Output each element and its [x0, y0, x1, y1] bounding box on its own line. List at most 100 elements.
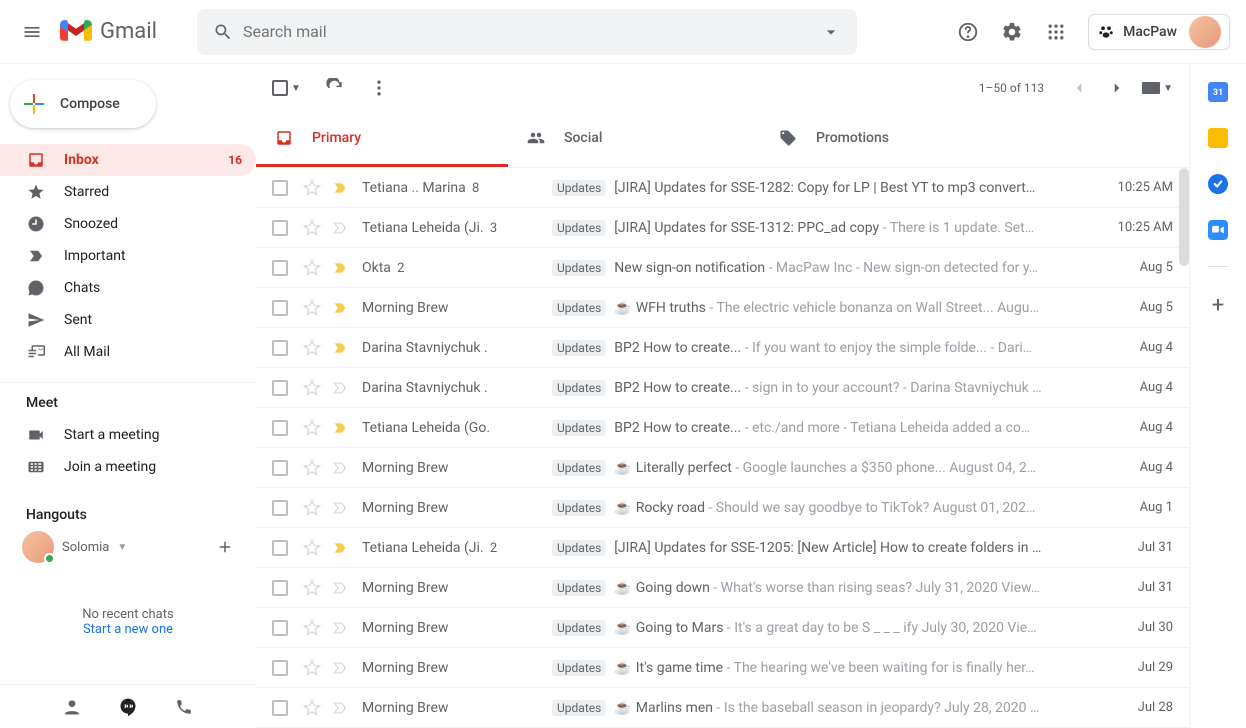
- sidebar-item-important[interactable]: Important: [0, 240, 256, 272]
- importance-marker[interactable]: [330, 180, 350, 196]
- star-button[interactable]: [302, 259, 322, 277]
- importance-marker[interactable]: [330, 340, 350, 356]
- star-button[interactable]: [302, 499, 322, 517]
- search-icon[interactable]: [203, 12, 243, 52]
- contacts-tab[interactable]: [62, 697, 82, 717]
- importance-marker[interactable]: [330, 300, 350, 316]
- importance-marker[interactable]: [330, 620, 350, 636]
- org-chip[interactable]: MacPaw: [1088, 14, 1230, 50]
- tasks-addon[interactable]: [1208, 174, 1228, 194]
- no-chats-message: No recent chats: [0, 607, 256, 622]
- row-checkbox[interactable]: [272, 340, 288, 356]
- start-chat-link[interactable]: Start a new one: [0, 622, 256, 637]
- star-button[interactable]: [302, 219, 322, 237]
- sidebar-item-starred[interactable]: Starred: [0, 176, 256, 208]
- apps-button[interactable]: [1036, 12, 1076, 52]
- importance-marker[interactable]: [330, 700, 350, 716]
- row-checkbox[interactable]: [272, 380, 288, 396]
- calendar-addon[interactable]: [1208, 82, 1228, 102]
- row-checkbox[interactable]: [272, 180, 288, 196]
- email-row[interactable]: Tetiana Leheida (Ji. 2 Updates [JIRA] Up…: [256, 528, 1189, 568]
- support-button[interactable]: [948, 12, 988, 52]
- main-menu-button[interactable]: [8, 8, 56, 56]
- email-row[interactable]: Tetiana Leheida (Ji. 3 Updates [JIRA] Up…: [256, 208, 1189, 248]
- refresh-button[interactable]: [325, 78, 345, 98]
- star-button[interactable]: [302, 379, 322, 397]
- search-input[interactable]: [243, 22, 811, 41]
- star-button[interactable]: [302, 339, 322, 357]
- importance-marker[interactable]: [330, 580, 350, 596]
- star-button[interactable]: [302, 579, 322, 597]
- importance-marker[interactable]: [330, 380, 350, 396]
- tab-social[interactable]: Social: [508, 112, 760, 167]
- gmail-logo[interactable]: Gmail: [56, 19, 187, 44]
- hangouts-tab[interactable]: [118, 697, 138, 717]
- compose-button[interactable]: Compose: [10, 80, 156, 128]
- search-options-button[interactable]: [811, 22, 851, 42]
- star-button[interactable]: [302, 299, 322, 317]
- tab-promotions[interactable]: Promotions: [760, 112, 1012, 167]
- row-checkbox[interactable]: [272, 460, 288, 476]
- row-checkbox[interactable]: [272, 300, 288, 316]
- get-addons-button[interactable]: +: [1212, 293, 1224, 318]
- row-checkbox[interactable]: [272, 700, 288, 716]
- star-button[interactable]: [302, 419, 322, 437]
- email-row[interactable]: Morning Brew Updates ☕Literally perfect …: [256, 448, 1189, 488]
- scrollbar-thumb[interactable]: [1179, 168, 1189, 266]
- email-row[interactable]: Tetiana .. Marina 8 Updates [JIRA] Updat…: [256, 168, 1189, 208]
- settings-button[interactable]: [992, 12, 1032, 52]
- select-all-checkbox[interactable]: ▼: [272, 80, 301, 96]
- search-bar[interactable]: [197, 9, 857, 55]
- tab-primary[interactable]: Primary: [256, 112, 508, 167]
- email-row[interactable]: Morning Brew Updates ☕Marlins men - Is t…: [256, 688, 1189, 728]
- email-row[interactable]: Darina Stavniychuk . Updates BP2 How to …: [256, 368, 1189, 408]
- importance-marker[interactable]: [330, 420, 350, 436]
- row-checkbox[interactable]: [272, 260, 288, 276]
- email-row[interactable]: Morning Brew Updates ☕It's game time - T…: [256, 648, 1189, 688]
- keep-addon[interactable]: [1208, 128, 1228, 148]
- sidebar-item-chats[interactable]: Chats: [0, 272, 256, 304]
- meet-start-a-meeting[interactable]: Start a meeting: [0, 419, 256, 451]
- importance-marker[interactable]: [330, 220, 350, 236]
- star-button[interactable]: [302, 659, 322, 677]
- star-button[interactable]: [302, 619, 322, 637]
- importance-marker[interactable]: [330, 540, 350, 556]
- zoom-addon[interactable]: [1208, 220, 1228, 240]
- next-page-button[interactable]: [1098, 79, 1136, 97]
- hangouts-user[interactable]: Solomia ▼: [0, 531, 256, 563]
- star-button[interactable]: [302, 459, 322, 477]
- importance-marker[interactable]: [330, 500, 350, 516]
- sidebar-item-sent[interactable]: Sent: [0, 304, 256, 336]
- more-button[interactable]: [369, 78, 389, 98]
- row-checkbox[interactable]: [272, 660, 288, 676]
- account-avatar[interactable]: [1189, 16, 1221, 48]
- importance-marker[interactable]: [330, 260, 350, 276]
- email-row[interactable]: Morning Brew Updates ☕Going down - What'…: [256, 568, 1189, 608]
- email-row[interactable]: Morning Brew Updates ☕WFH truths - The e…: [256, 288, 1189, 328]
- row-checkbox[interactable]: [272, 220, 288, 236]
- email-row[interactable]: Morning Brew Updates ☕Going to Mars - It…: [256, 608, 1189, 648]
- sidebar-item-all-mail[interactable]: All Mail: [0, 336, 256, 368]
- sidebar-item-snoozed[interactable]: Snoozed: [0, 208, 256, 240]
- input-tools-button[interactable]: ▼: [1142, 82, 1173, 94]
- star-button[interactable]: [302, 179, 322, 197]
- hangouts-add-button[interactable]: [216, 538, 234, 556]
- row-checkbox[interactable]: [272, 420, 288, 436]
- importance-marker[interactable]: [330, 660, 350, 676]
- row-checkbox[interactable]: [272, 580, 288, 596]
- sidebar-item-inbox[interactable]: Inbox16: [0, 144, 256, 176]
- email-row[interactable]: Tetiana Leheida (Go. Updates BP2 How to …: [256, 408, 1189, 448]
- row-checkbox[interactable]: [272, 620, 288, 636]
- importance-marker[interactable]: [330, 460, 350, 476]
- phone-tab[interactable]: [174, 697, 194, 717]
- row-checkbox[interactable]: [272, 500, 288, 516]
- nav-label: Snoozed: [64, 216, 118, 232]
- star-button[interactable]: [302, 699, 322, 717]
- star-button[interactable]: [302, 539, 322, 557]
- meet-join-a-meeting[interactable]: Join a meeting: [0, 451, 256, 483]
- email-row[interactable]: Okta 2 Updates New sign-on notification …: [256, 248, 1189, 288]
- prev-page-button[interactable]: [1060, 79, 1098, 97]
- email-row[interactable]: Darina Stavniychuk . Updates BP2 How to …: [256, 328, 1189, 368]
- email-row[interactable]: Morning Brew Updates ☕Rocky road - Shoul…: [256, 488, 1189, 528]
- row-checkbox[interactable]: [272, 540, 288, 556]
